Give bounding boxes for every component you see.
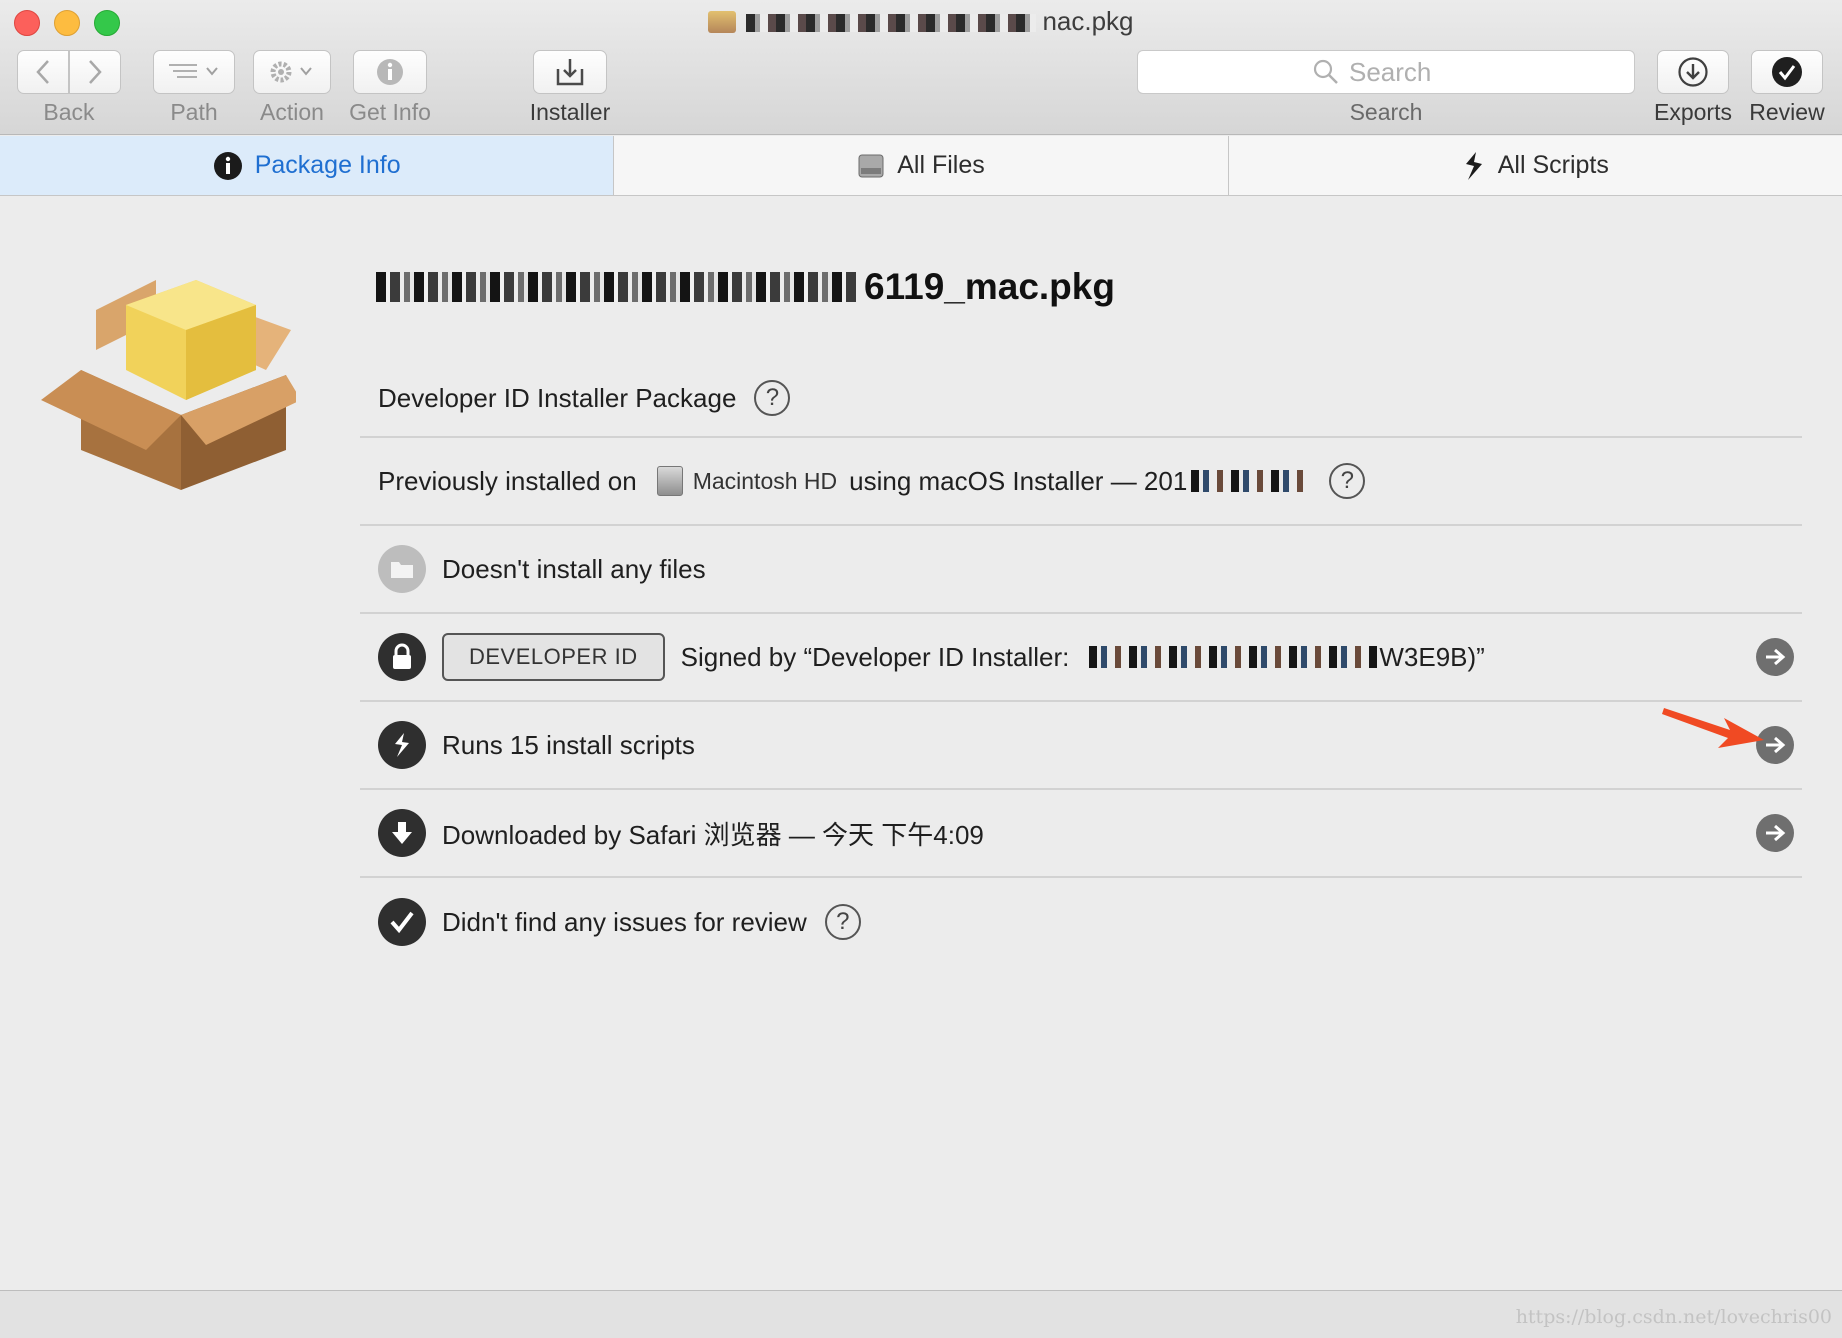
show-download-info-button[interactable] [1756, 814, 1794, 852]
info-icon [213, 151, 242, 180]
tab-all-files[interactable]: All Files [614, 136, 1229, 195]
package-info-list: Developer ID Installer Package ? Previou… [360, 360, 1802, 966]
review-button[interactable] [1751, 50, 1823, 94]
folder-icon [378, 545, 426, 593]
installed-disk-text: Macintosh HD [692, 467, 838, 494]
exports-button[interactable] [1657, 50, 1729, 94]
gear-icon [270, 61, 312, 83]
review-result-row: Didn't find any issues for review ? [360, 878, 1802, 966]
tab-package-info[interactable]: Package Info [0, 136, 615, 195]
chevron-left-icon [36, 60, 49, 84]
hard-disk-icon [656, 466, 683, 496]
signed-suffix-text: W3E9B)” [1379, 641, 1485, 672]
search-field[interactable] [1137, 50, 1635, 94]
checkmark-circle-icon [1772, 57, 1802, 87]
signed-by-row[interactable]: DEVELOPER ID Signed by “Developer ID Ins… [360, 614, 1802, 702]
downloaded-text: Downloaded by Safari 浏览器 — 今天 下午4:09 [442, 819, 984, 850]
search-label: Search [1349, 99, 1423, 125]
window-title: nac.pkg [0, 6, 1842, 37]
redacted-name [376, 272, 856, 302]
arrow-right-icon [1766, 824, 1786, 842]
install-history-row: Previously installed on Macintosh HD usi… [360, 438, 1802, 526]
signature-type-row: Developer ID Installer Package ? [360, 360, 1802, 438]
back-button[interactable] [17, 50, 69, 94]
redacted-title-text [746, 14, 1037, 32]
redacted-date [1191, 470, 1312, 492]
script-icon [378, 721, 426, 769]
review-label: Review [1749, 99, 1825, 125]
search-input[interactable] [1349, 56, 1459, 88]
download-arrow-icon [378, 809, 426, 857]
review-text: Didn't find any issues for review [442, 906, 807, 937]
window-toolbar: nac.pkg Back Path Action Get Info Instal… [0, 0, 1842, 135]
tab-label: All Scripts [1497, 151, 1609, 179]
tab-label: All Files [897, 151, 985, 179]
tab-bar: Package Info All Files All Scripts [0, 136, 1842, 196]
arrow-right-icon [1766, 648, 1786, 666]
exports-label: Exports [1654, 99, 1732, 125]
show-certificate-button[interactable] [1756, 638, 1794, 676]
watermark-text: https://blog.csdn.net/lovechris00 [1515, 1306, 1832, 1328]
search-icon [1313, 59, 1338, 84]
install-scripts-row[interactable]: Runs 15 install scripts [360, 702, 1802, 790]
download-source-row[interactable]: Downloaded by Safari 浏览器 — 今天 下午4:09 [360, 790, 1802, 878]
window-title-text: nac.pkg [1042, 6, 1134, 36]
list-icon [169, 64, 218, 78]
help-button[interactable]: ? [754, 380, 791, 416]
installed-prefix-text: Previously installed on [378, 465, 637, 496]
installer-button[interactable] [533, 50, 607, 94]
forward-button[interactable] [69, 50, 121, 94]
scripts-text: Runs 15 install scripts [442, 729, 695, 760]
info-circle-icon [377, 59, 403, 85]
package-title: 6119_mac.pkg [376, 266, 1115, 308]
help-button[interactable]: ? [1329, 463, 1366, 499]
redacted-developer-name [1089, 646, 1380, 668]
chevron-right-icon [89, 60, 102, 84]
developer-id-badge[interactable]: DEVELOPER ID [442, 633, 665, 681]
path-button[interactable] [153, 50, 235, 94]
tab-all-scripts[interactable]: All Scripts [1229, 136, 1842, 195]
checkmark-icon [378, 898, 426, 946]
package-title-text: 6119_mac.pkg [864, 266, 1115, 307]
annotation-arrow-icon [1662, 708, 1764, 748]
action-label: Action [260, 99, 324, 125]
installed-suffix-text: using macOS Installer — 201 [849, 465, 1188, 496]
package-box-icon [41, 280, 296, 490]
installer-label: Installer [529, 99, 611, 125]
signed-prefix-text: Signed by “Developer ID Installer: [680, 641, 1070, 672]
files-row: Doesn't install any files [360, 526, 1802, 614]
signature-type-text: Developer ID Installer Package [378, 382, 737, 413]
tab-label: Package Info [254, 151, 401, 179]
disk-icon [858, 154, 884, 177]
get-info-button[interactable] [353, 50, 427, 94]
help-button[interactable]: ? [824, 904, 861, 940]
get-info-label: Get Info [349, 99, 431, 125]
package-icon [708, 11, 737, 33]
action-button[interactable] [253, 50, 331, 94]
path-label: Path [170, 99, 218, 125]
lock-icon [378, 633, 426, 681]
back-label: Back [43, 99, 95, 125]
script-icon [1465, 151, 1482, 180]
files-text: Doesn't install any files [442, 553, 706, 584]
download-circle-icon [1678, 57, 1708, 87]
installer-icon [556, 59, 584, 86]
